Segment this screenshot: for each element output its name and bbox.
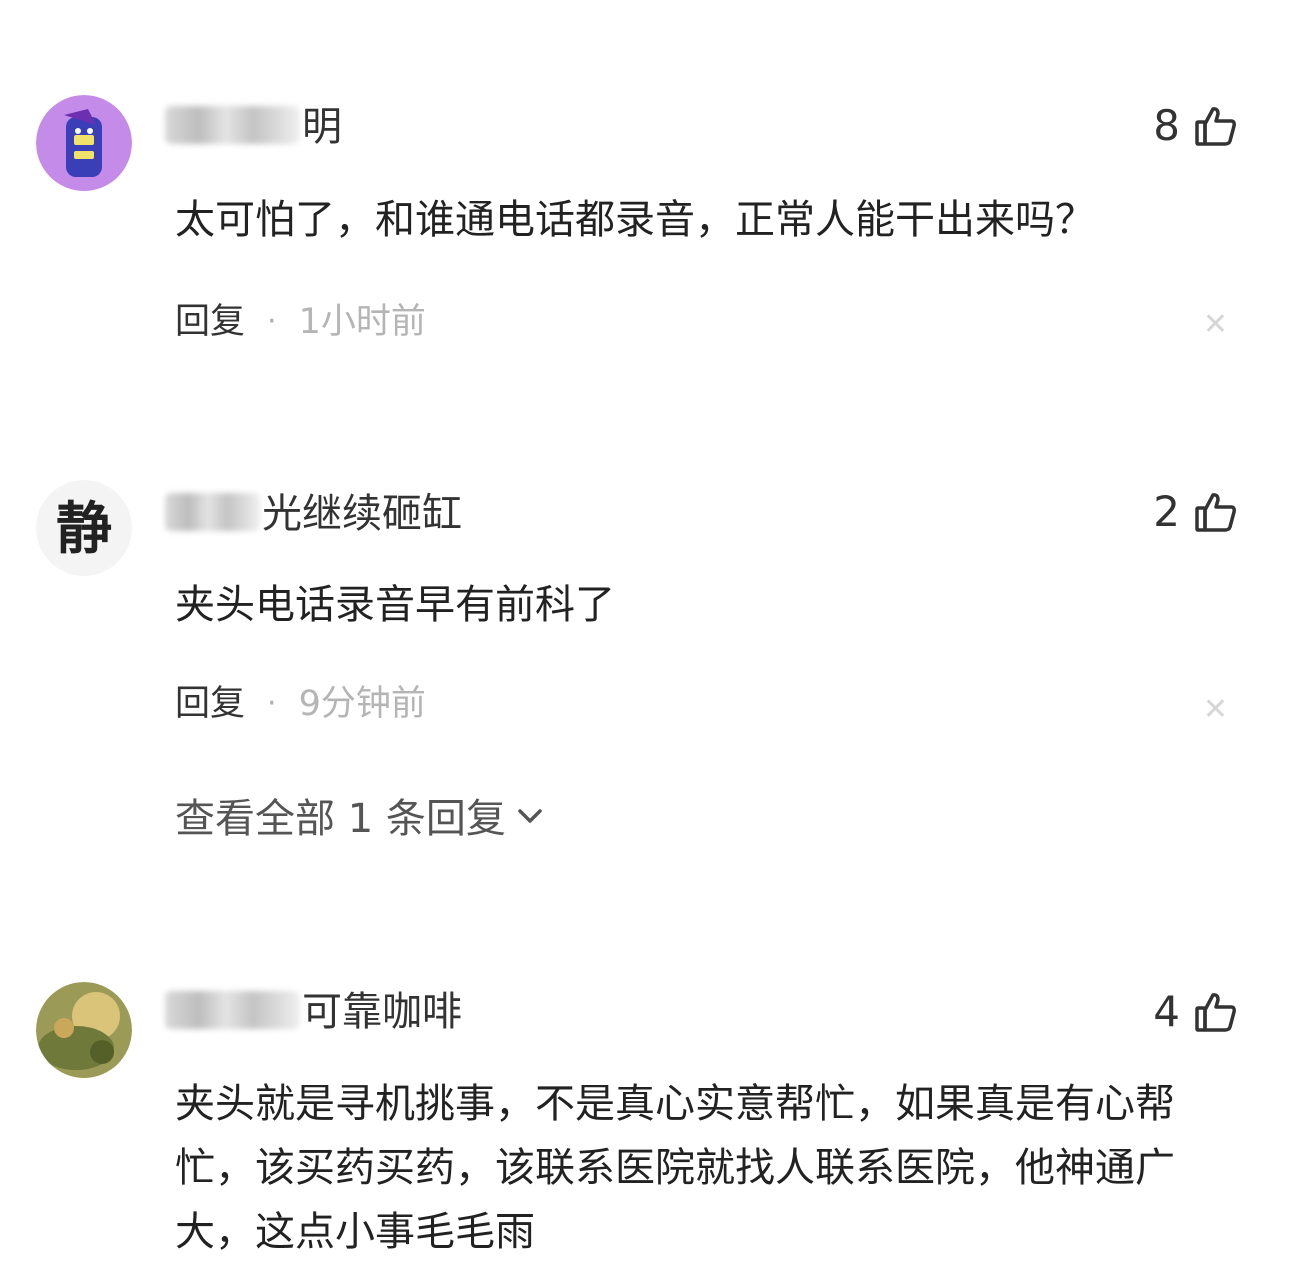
comment-meta: 回复 · 9分钟前 [175, 682, 426, 726]
like-button[interactable]: 4 [1153, 988, 1238, 1036]
avatar[interactable]: 静 [36, 480, 132, 576]
username-text: 明 [302, 104, 342, 150]
timestamp: 1小时前 [298, 302, 426, 342]
reply-button[interactable]: 回复 [175, 682, 245, 726]
thumbs-up-icon [1194, 990, 1238, 1034]
avatar[interactable] [36, 95, 132, 191]
comment-text: 夹头就是寻机挑事，不是真心实意帮忙，如果真是有心帮忙，该买药买药，该联系医院就找… [175, 1081, 1175, 1255]
view-all-replies-button[interactable]: 查看全部 1 条回复 [175, 795, 546, 843]
username[interactable]: 明 [165, 103, 342, 151]
meta-separator: · [267, 304, 277, 339]
reply-button[interactable]: 回复 [175, 300, 245, 344]
username-text: 光继续砸缸 [262, 491, 462, 537]
like-button[interactable]: 8 [1153, 102, 1238, 150]
view-all-replies-label: 查看全部 1 条回复 [175, 796, 506, 842]
meta-separator: · [267, 686, 277, 721]
avatar-glyph: 静 [56, 496, 112, 562]
like-count: 2 [1153, 487, 1180, 536]
like-count: 4 [1153, 987, 1180, 1036]
close-icon[interactable]: ✕ [1203, 695, 1228, 725]
blurred-username-part [165, 493, 260, 531]
thumbs-up-icon [1194, 490, 1238, 534]
chevron-down-icon [514, 795, 546, 843]
blurred-username-part [165, 106, 300, 144]
comment-text: 太可怕了，和谁通电话都录音，正常人能干出来吗？ [175, 197, 1095, 243]
avatar[interactable] [36, 982, 132, 1078]
comment-meta: 回复 · 1小时前 [175, 300, 426, 344]
like-count: 8 [1153, 101, 1180, 150]
thumbs-up-icon [1194, 104, 1238, 148]
username[interactable]: 可靠咖啡 [165, 988, 462, 1036]
username-text: 可靠咖啡 [302, 989, 462, 1035]
comment-text: 夹头电话录音早有前科了 [175, 582, 615, 628]
username[interactable]: 光继续砸缸 [165, 490, 462, 538]
like-button[interactable]: 2 [1153, 488, 1238, 536]
blurred-username-part [165, 991, 300, 1029]
close-icon[interactable]: ✕ [1203, 310, 1228, 340]
timestamp: 9分钟前 [298, 684, 426, 724]
